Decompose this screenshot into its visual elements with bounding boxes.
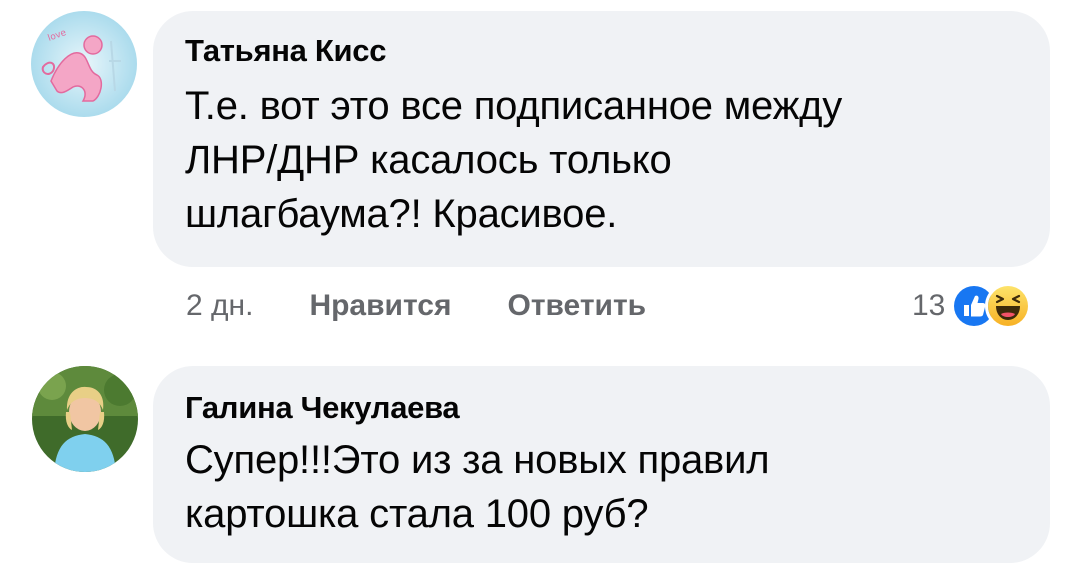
reaction-summary[interactable]: 13 — [912, 283, 1032, 329]
avatar-tatyana[interactable]: love — [31, 11, 137, 117]
comment-bubble: Татьяна Кисс Т.е. вот это все подписанно… — [153, 11, 1050, 267]
avatar-galina[interactable] — [32, 366, 138, 472]
comment-text-line: шлагбаума?! Красивое. — [185, 192, 618, 236]
reply-button[interactable]: Ответить — [507, 284, 646, 328]
comment-text-line: Супер!!!Это из за новых правил — [185, 438, 770, 482]
comment-text: Т.е. вот это все подписанное между ЛНР/Д… — [185, 79, 1018, 241]
like-button[interactable]: Нравится — [309, 284, 451, 328]
haha-icon — [985, 283, 1032, 329]
comment-text-line: картошка стала 100 руб? — [185, 492, 649, 536]
comment-text: Супер!!!Это из за новых правил картошка … — [185, 433, 1018, 541]
comment-actions: 2 дн. Нравится Ответить — [186, 284, 702, 328]
comment-timestamp[interactable]: 2 дн. — [186, 284, 253, 328]
avatar-image: love — [31, 11, 137, 117]
comment-author[interactable]: Галина Чекулаева — [185, 388, 1018, 428]
comment-bubble: Галина Чекулаева Супер!!!Это из за новых… — [153, 366, 1050, 563]
comment-author[interactable]: Татьяна Кисс — [185, 31, 1018, 71]
comment-text-line: Т.е. вот это все подписанное между — [185, 84, 843, 128]
comment-text-line: ЛНР/ДНР касалось только — [185, 138, 672, 182]
avatar-image — [32, 366, 138, 472]
reaction-count: 13 — [912, 289, 946, 322]
